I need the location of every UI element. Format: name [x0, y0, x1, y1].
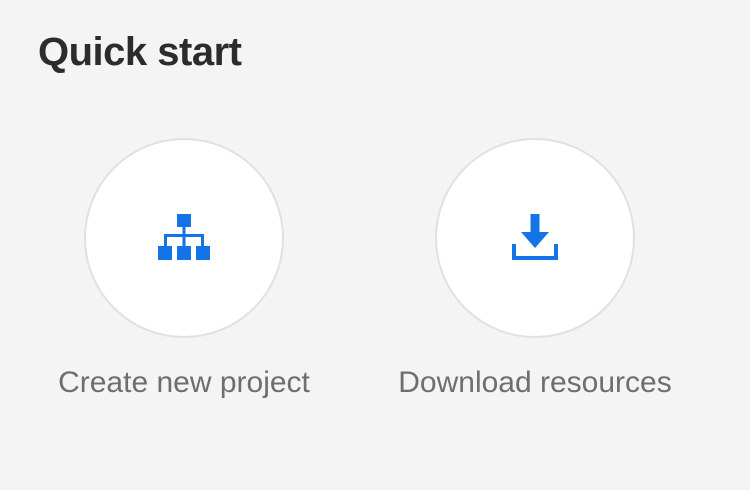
page-title: Quick start: [38, 30, 242, 74]
download-resources-label: Download resources: [398, 366, 672, 399]
create-new-project-circle[interactable]: [84, 138, 284, 338]
download-icon: [509, 212, 561, 264]
create-new-project-button[interactable]: Create new project: [54, 138, 314, 408]
quick-start-panel: Quick start Create new project Download …: [0, 0, 750, 490]
hierarchy-icon: [156, 212, 212, 264]
download-resources-button[interactable]: Download resources: [398, 138, 672, 408]
download-resources-circle[interactable]: [435, 138, 635, 338]
create-new-project-label: Create new project: [58, 366, 310, 399]
